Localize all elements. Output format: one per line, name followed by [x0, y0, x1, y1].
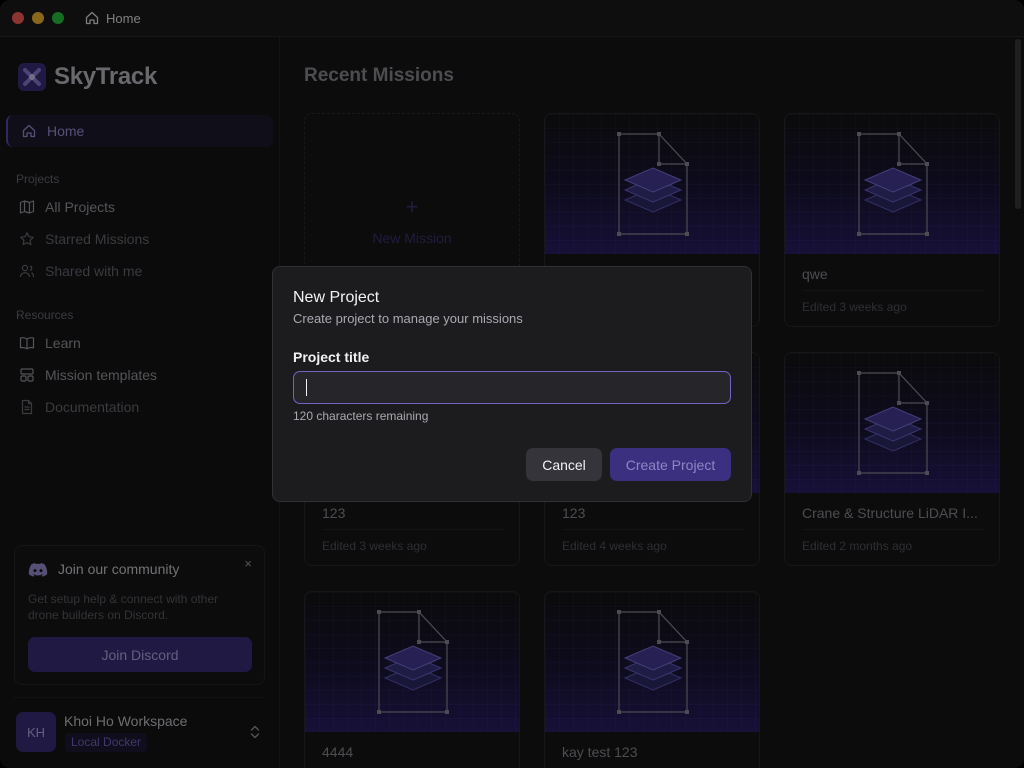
cancel-button[interactable]: Cancel [526, 448, 602, 481]
dialog-title: New Project [293, 289, 380, 306]
app-window: Home SkyTrack Home Projects All Projects… [0, 0, 1024, 768]
project-title-label: Project title [293, 349, 370, 365]
create-project-button[interactable]: Create Project [610, 448, 731, 481]
project-title-input[interactable] [293, 371, 731, 404]
new-project-dialog: New Project Create project to manage you… [272, 266, 752, 502]
text-caret [306, 379, 307, 396]
characters-remaining: 120 characters remaining [293, 409, 429, 423]
dialog-subtitle: Create project to manage your missions [293, 311, 523, 326]
